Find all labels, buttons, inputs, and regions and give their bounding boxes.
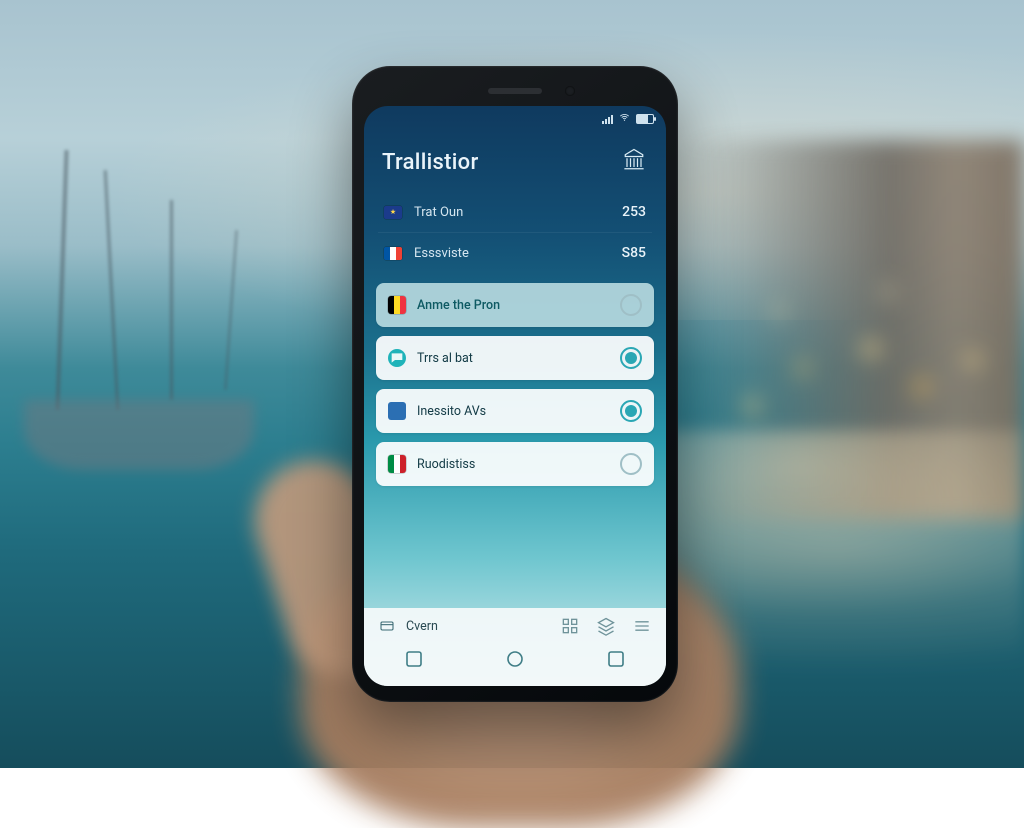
option-row[interactable]: Anme the Pron <box>376 283 654 327</box>
option-label: Ruodistiss <box>417 457 475 472</box>
phone-screen: Trallistior Trat Oun 253 Esssviste S85 <box>364 106 666 686</box>
radio-icon[interactable] <box>620 347 642 369</box>
card-icon <box>378 617 396 635</box>
summary-row[interactable]: Trat Oun 253 <box>378 192 652 232</box>
flag-icon <box>384 247 402 260</box>
summary-row-value: S85 <box>622 245 646 261</box>
app-title: Trallistior <box>382 150 479 175</box>
option-label: Trrs al bat <box>417 351 473 366</box>
summary-row-value: 253 <box>622 204 646 220</box>
option-label: Anme the Pron <box>417 298 500 313</box>
app-header: Trallistior <box>364 130 666 192</box>
radio-icon[interactable] <box>620 453 642 475</box>
layers-icon[interactable] <box>596 616 616 636</box>
flag-icon <box>388 455 406 473</box>
flag-icon <box>388 296 406 314</box>
summary-section: Trat Oun 253 Esssviste S85 <box>364 192 666 273</box>
radio-icon[interactable] <box>620 294 642 316</box>
summary-row[interactable]: Esssviste S85 <box>378 232 652 273</box>
radio-icon[interactable] <box>620 400 642 422</box>
nav-back-icon[interactable] <box>402 647 426 671</box>
option-row[interactable]: Inessito AVs <box>376 389 654 433</box>
summary-row-label: Esssviste <box>414 246 469 261</box>
chat-icon <box>388 349 406 367</box>
system-nav <box>364 636 666 686</box>
bottom-actions <box>560 616 652 636</box>
summary-row-label: Trat Oun <box>414 205 463 220</box>
signal-icon <box>602 115 613 124</box>
menu-icon[interactable] <box>632 616 652 636</box>
app-icon <box>388 402 406 420</box>
bottom-bar: Cvern <box>364 608 666 686</box>
option-label: Inessito AVs <box>417 404 486 419</box>
grid-icon[interactable] <box>560 616 580 636</box>
wifi-icon <box>619 112 630 126</box>
status-right <box>602 112 654 126</box>
flag-icon <box>384 206 402 219</box>
battery-icon <box>636 114 654 124</box>
option-row[interactable]: Ruodistiss <box>376 442 654 486</box>
sailboat-mast <box>170 200 173 400</box>
nav-home-icon[interactable] <box>503 647 527 671</box>
nav-recent-icon[interactable] <box>604 647 628 671</box>
status-bar <box>364 106 666 130</box>
option-list: Anme the Pron Trrs al bat Inessito AVs <box>364 273 666 492</box>
header-landmark-icon[interactable] <box>620 146 648 178</box>
bottom-label: Cvern <box>406 619 438 634</box>
option-row[interactable]: Trrs al bat <box>376 336 654 380</box>
smartphone-frame: Trallistior Trat Oun 253 Esssviste S85 <box>352 66 678 702</box>
